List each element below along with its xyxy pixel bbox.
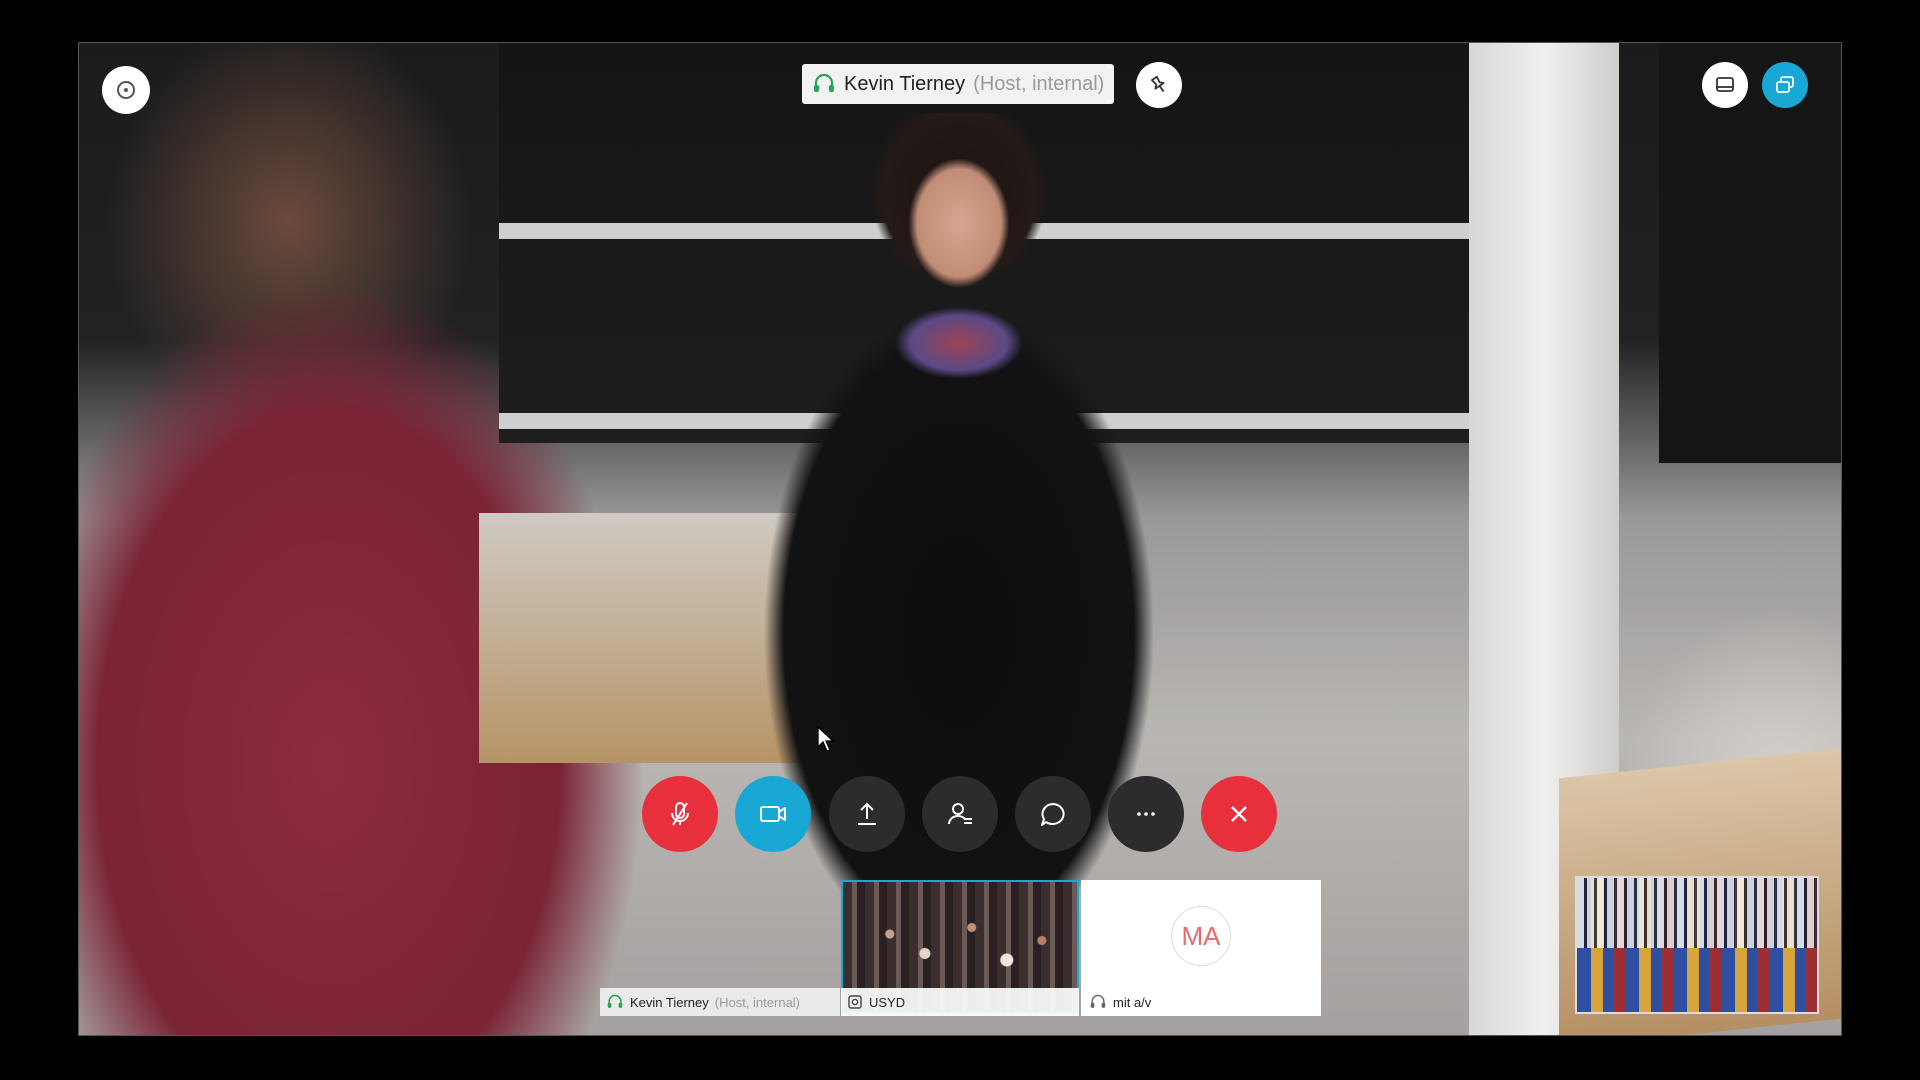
participant-role: (Host, internal) [714,994,801,1010]
speaker-role: (Host, internal) [973,72,1105,95]
avatar: MA [1171,906,1231,966]
headset-icon [1090,994,1106,1008]
active-speaker-label: Kevin Tierney (Host, internal) [802,64,1115,104]
participant-thumbnail-label: mit a/v [1083,988,1319,1016]
participants-icon [948,803,972,825]
meeting-info-button[interactable] [102,66,150,114]
layout-icon [1716,77,1734,92]
chat-button[interactable] [1015,776,1091,852]
room-system-icon [848,995,862,1009]
participants-button[interactable] [922,776,998,852]
self-view-label[interactable]: Kevin Tierney (Host, internal) [600,988,840,1016]
headset-icon [812,73,836,95]
participant-name: mit a/v [1113,994,1152,1010]
participant-name: USYD [869,994,906,1010]
speaker-name: Kevin Tierney [844,72,966,95]
participant-thumbnail-label: USYD [841,988,1079,1016]
popout-window-button[interactable] [1762,62,1808,108]
share-button[interactable] [829,776,905,852]
mic-off-icon [671,802,689,826]
video-camera-icon [760,806,786,822]
room-video-thumbnail[interactable] [1575,876,1819,1014]
camera-button[interactable] [735,776,811,852]
more-options-icon [1137,812,1155,816]
share-upload-icon [858,802,876,825]
layout-button[interactable] [1702,62,1748,108]
mouse-cursor-icon [817,725,835,752]
pin-button[interactable] [1136,62,1182,108]
popout-icon [1776,76,1794,93]
pin-icon [1151,75,1165,93]
end-call-button[interactable] [1201,776,1277,852]
participant-name: Kevin Tierney [630,994,709,1010]
chat-bubble-icon [1041,803,1065,826]
mute-button[interactable] [642,776,718,852]
headset-icon [607,994,623,1008]
end-call-icon [1231,806,1247,822]
side-blackboard [1659,43,1841,463]
info-circle-icon [117,81,135,99]
more-options-button[interactable] [1108,776,1184,852]
